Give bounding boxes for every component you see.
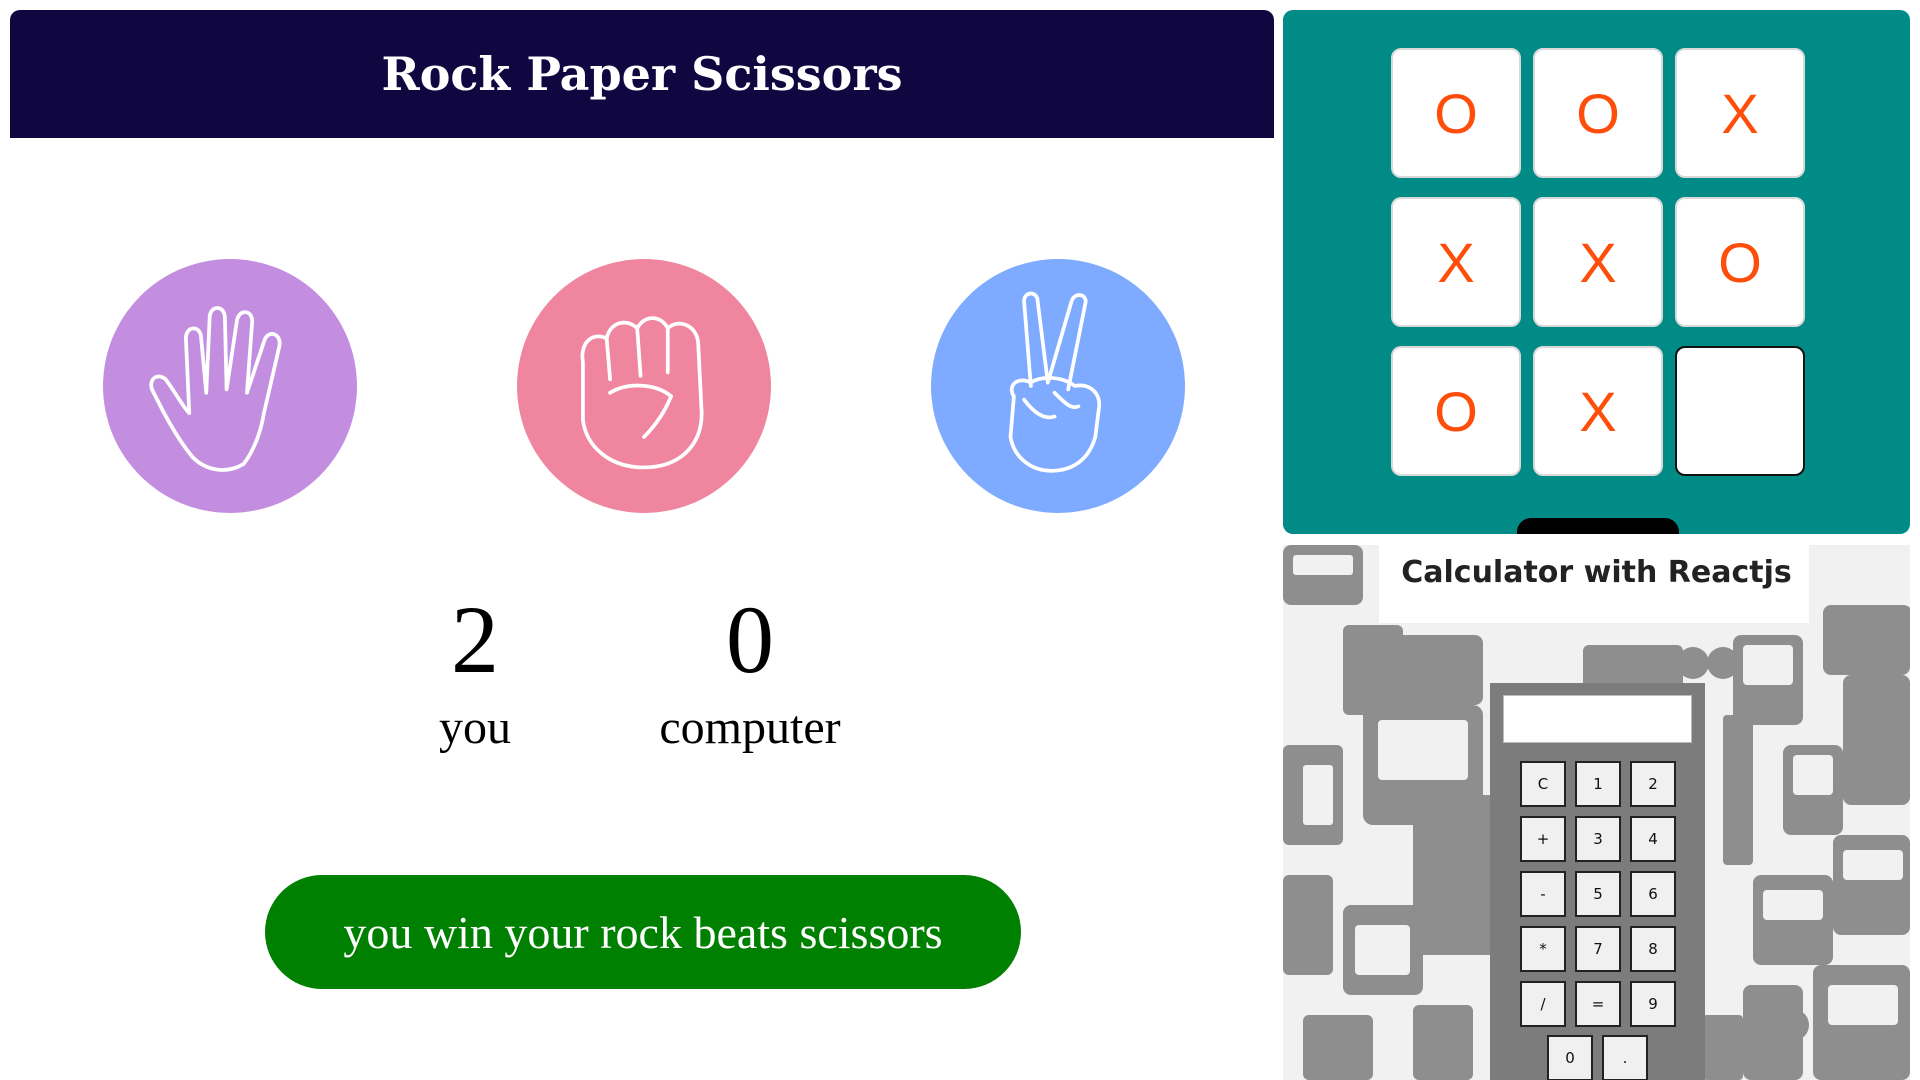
ttt-cell-2[interactable]: O — [1533, 48, 1663, 178]
calc-key-2[interactable]: 2 — [1630, 761, 1676, 807]
open-hand-icon — [149, 306, 282, 472]
rock-button[interactable] — [517, 259, 771, 513]
rps-panel: Rock Paper Scissors 2 you 0 computer you… — [0, 0, 1280, 1080]
calc-key-4[interactable]: 4 — [1630, 816, 1676, 862]
calc-key-5[interactable]: 5 — [1575, 871, 1621, 917]
tictactoe-board: O O X X X O O X — [1391, 48, 1815, 484]
score-you: 2 you — [395, 590, 555, 758]
calc-key-9[interactable]: 9 — [1630, 981, 1676, 1027]
page-title: Rock Paper Scissors — [381, 47, 903, 101]
calc-key-6[interactable]: 6 — [1630, 871, 1676, 917]
ttt-cell-5[interactable]: X — [1533, 197, 1663, 327]
calc-key-7[interactable]: 7 — [1575, 926, 1621, 972]
calc-key-3[interactable]: 3 — [1575, 816, 1621, 862]
ttt-cell-7[interactable]: O — [1391, 346, 1521, 476]
calc-key-multiply[interactable]: * — [1520, 926, 1566, 972]
calc-key-clear[interactable]: C — [1520, 761, 1566, 807]
ttt-cell-3[interactable]: X — [1675, 48, 1805, 178]
calc-key-0[interactable]: 0 — [1547, 1035, 1593, 1080]
calc-key-divide[interactable]: / — [1520, 981, 1566, 1027]
ttt-cell-8[interactable]: X — [1533, 346, 1663, 476]
fist-icon — [580, 316, 704, 470]
calc-key-plus[interactable]: + — [1520, 816, 1566, 862]
calc-key-1[interactable]: 1 — [1575, 761, 1621, 807]
calculator-display[interactable] — [1503, 695, 1692, 743]
paper-button[interactable] — [103, 259, 357, 513]
calculator-title: Calculator with Reactjs — [1401, 555, 1792, 590]
calc-key-8[interactable]: 8 — [1630, 926, 1676, 972]
calc-key-decimal[interactable]: . — [1602, 1035, 1648, 1080]
ttt-cell-6[interactable]: O — [1675, 197, 1805, 327]
scissors-button[interactable] — [931, 259, 1185, 513]
tictactoe-panel: O O X X X O O X — [1283, 10, 1910, 534]
computer-score-label: computer — [659, 701, 841, 754]
computer-score-value: 0 — [726, 586, 774, 693]
calculator-body: C 1 2 + 3 4 - 5 6 * 7 8 / = 9 0 . — [1490, 683, 1705, 1080]
you-score-label: you — [439, 701, 511, 754]
peace-hand-icon — [1008, 291, 1102, 473]
reset-button[interactable] — [1517, 518, 1679, 534]
rps-header: Rock Paper Scissors — [10, 10, 1274, 138]
result-banner: you win your rock beats scissors — [265, 875, 1021, 989]
ttt-cell-4[interactable]: X — [1391, 197, 1521, 327]
calc-key-minus[interactable]: - — [1520, 871, 1566, 917]
you-score-value: 2 — [451, 586, 499, 693]
calculator-panel: Calculator with Reactjs C 1 2 + 3 4 - 5 … — [1283, 545, 1910, 1080]
ttt-cell-9[interactable] — [1675, 346, 1805, 476]
ttt-cell-1[interactable]: O — [1391, 48, 1521, 178]
score-computer: 0 computer — [620, 590, 880, 758]
calc-key-equals[interactable]: = — [1575, 981, 1621, 1027]
